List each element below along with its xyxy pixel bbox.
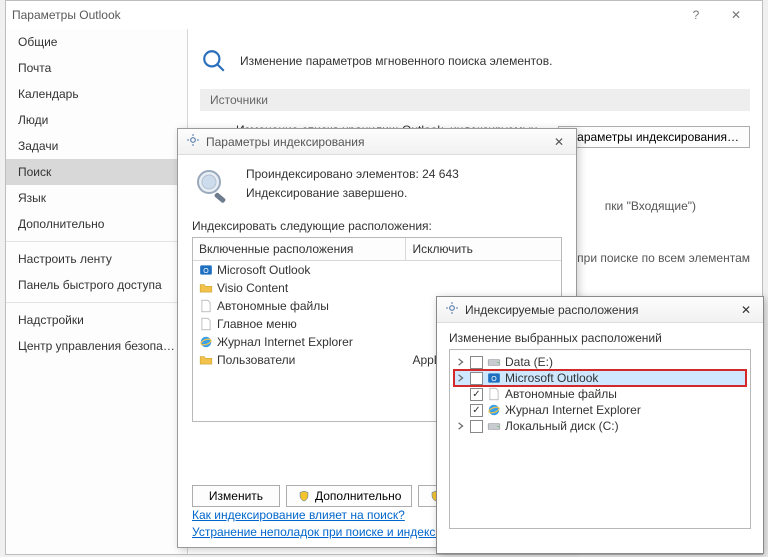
locations-tree: Data (E:) O Microsoft Outlook ✓ Автономные ф…	[449, 349, 751, 529]
expand-icon[interactable]	[456, 373, 466, 383]
row-exclude	[406, 261, 561, 279]
row-name: Главное меню	[217, 317, 297, 331]
sidebar-item[interactable]: Почта	[6, 55, 187, 81]
row-name: Пользователи	[217, 353, 295, 367]
header-text: Изменение параметров мгновенного поиска …	[240, 54, 552, 68]
index-done: Индексирование завершено.	[246, 184, 562, 203]
close-icon[interactable]: ✕	[737, 303, 755, 317]
locations-label: Индексировать следующие расположения:	[178, 213, 576, 237]
row-name: Журнал Internet Explorer	[217, 335, 353, 349]
gear-icon	[186, 133, 200, 150]
row-name: Автономные файлы	[217, 299, 329, 313]
folder-icon	[199, 353, 213, 367]
outlook-icon: O	[487, 371, 501, 385]
titlebar-indexing: Параметры индексирования ✕	[178, 129, 576, 155]
link-how-indexing[interactable]: Как индексирование влияет на поиск?	[192, 508, 405, 522]
drive-icon	[487, 355, 501, 369]
outlook-icon: O	[199, 263, 213, 277]
search-icon	[200, 47, 228, 75]
node-label: Microsoft Outlook	[505, 371, 598, 385]
file-icon	[487, 387, 501, 401]
row-name: Visio Content	[217, 281, 288, 295]
file-icon	[199, 299, 213, 313]
expand-icon[interactable]	[456, 357, 466, 367]
section-title: Источники	[200, 89, 750, 111]
shield-icon	[297, 489, 311, 503]
change-button[interactable]: Изменить	[192, 485, 280, 507]
checkbox[interactable]: ✓	[470, 404, 483, 417]
checkbox[interactable]	[470, 372, 483, 385]
node-label: Журнал Internet Explorer	[505, 403, 641, 417]
ie-icon	[199, 335, 213, 349]
table-row[interactable]: O Microsoft Outlook	[193, 261, 561, 279]
indexing-title: Параметры индексирования	[206, 135, 550, 149]
window-title: Параметры Outlook	[12, 8, 676, 22]
checkbox[interactable]	[470, 420, 483, 433]
sidebar-item[interactable]: Поиск	[6, 159, 187, 185]
content-header: Изменение параметров мгновенного поиска …	[200, 41, 750, 89]
svg-text:O: O	[203, 268, 209, 275]
magnifier-icon	[192, 165, 234, 207]
checkbox[interactable]: ✓	[470, 388, 483, 401]
gear-icon	[445, 301, 459, 318]
svg-text:O: O	[491, 376, 497, 383]
node-label: Data (E:)	[505, 355, 553, 369]
advanced-button[interactable]: Дополнительно	[286, 485, 412, 507]
row-name: Microsoft Outlook	[217, 263, 310, 277]
titlebar-locations: Индексируемые расположения ✕	[437, 297, 763, 323]
locations-title: Индексируемые расположения	[465, 303, 737, 317]
sidebar-item[interactable]: Панель быстрого доступа	[6, 272, 187, 298]
close-button[interactable]: ✕	[716, 1, 756, 29]
sidebar-item[interactable]: Задачи	[6, 133, 187, 159]
sidebar-item[interactable]: Центр управления безопаснос	[6, 333, 187, 359]
locations-subtitle: Изменение выбранных расположений	[437, 323, 763, 349]
ie-icon	[487, 403, 501, 417]
file-icon	[199, 317, 213, 331]
node-label: Автономные файлы	[505, 387, 617, 401]
sidebar-item[interactable]: Люди	[6, 107, 187, 133]
tree-node[interactable]: Data (E:)	[454, 354, 746, 370]
sidebar-item[interactable]: Дополнительно	[6, 211, 187, 237]
index-count: Проиндексировано элементов: 24 643	[246, 165, 562, 184]
drive-icon	[487, 419, 501, 433]
table-row[interactable]: Visio Content	[193, 279, 561, 297]
col-excluded[interactable]: Исключить	[406, 238, 561, 260]
titlebar-main: Параметры Outlook ? ✕	[6, 1, 762, 29]
sidebar-item[interactable]: Общие	[6, 29, 187, 55]
sidebar: ОбщиеПочтаКалендарьЛюдиЗадачиПоискЯзыкДо…	[6, 29, 188, 554]
tree-node[interactable]: O Microsoft Outlook	[454, 370, 746, 386]
sidebar-item[interactable]: Настроить ленту	[6, 246, 187, 272]
row-exclude	[406, 279, 561, 297]
tree-node[interactable]: ✓ Автономные файлы	[454, 386, 746, 402]
indexing-options-button[interactable]: Параметры индексирования…	[558, 126, 750, 148]
advanced-label: Дополнительно	[315, 489, 401, 503]
node-label: Локальный диск (С:)	[505, 419, 619, 433]
sidebar-item[interactable]: Надстройки	[6, 307, 187, 333]
folder-icon	[199, 281, 213, 295]
expand-icon[interactable]	[456, 421, 466, 431]
close-icon[interactable]: ✕	[550, 135, 568, 149]
indexed-locations-window: Индексируемые расположения ✕ Изменение в…	[436, 296, 764, 554]
tree-node[interactable]: Локальный диск (С:)	[454, 418, 746, 434]
checkbox[interactable]	[470, 356, 483, 369]
tree-node[interactable]: ✓ Журнал Internet Explorer	[454, 402, 746, 418]
sidebar-item[interactable]: Язык	[6, 185, 187, 211]
col-included[interactable]: Включенные расположения	[193, 238, 406, 260]
sidebar-item[interactable]: Календарь	[6, 81, 187, 107]
help-button[interactable]: ?	[676, 1, 716, 29]
